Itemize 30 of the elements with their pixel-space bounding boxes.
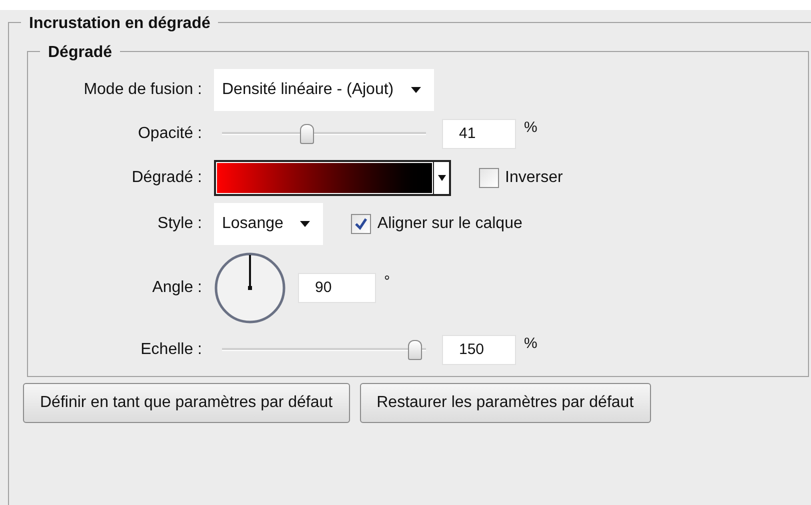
checkbox[interactable]	[351, 214, 372, 234]
slider-track[interactable]	[222, 340, 426, 360]
value-field[interactable]: 90	[298, 273, 376, 303]
default-button[interactable]: Restaurer les paramètres par défaut	[360, 383, 651, 423]
value-field[interactable]: 41	[442, 119, 516, 149]
checkbox[interactable]	[479, 168, 499, 188]
slider-handle[interactable]	[408, 340, 422, 360]
slider-track[interactable]	[222, 124, 426, 144]
angle-dial-icon[interactable]	[214, 252, 286, 324]
unit-label: %	[524, 118, 538, 138]
field-label: Mode de fusion :	[82, 80, 203, 100]
field-label: Echelle :	[140, 340, 203, 360]
field-label: Angle :	[151, 278, 203, 298]
checkbox-label: Inverser	[505, 168, 563, 188]
field-label: Style :	[156, 214, 203, 234]
default-button[interactable]: Définir en tant que paramètres par défaut	[23, 383, 350, 423]
gradient-picker[interactable]	[214, 160, 451, 196]
dropdown[interactable]: Losange	[214, 203, 324, 245]
value-field[interactable]: 150	[442, 335, 516, 365]
slider-handle[interactable]	[300, 124, 314, 144]
caret-icon	[438, 175, 446, 181]
field-label: Opacité :	[136, 124, 203, 144]
unit-label: °	[384, 272, 390, 292]
caret-icon	[299, 220, 312, 228]
unit-label: %	[524, 334, 538, 354]
checkmark-icon	[354, 217, 368, 231]
checkbox-label: Aligner sur le calque	[377, 214, 522, 234]
caret-icon	[410, 86, 422, 94]
dropdown[interactable]: Densité linéaire - (Ajout)	[214, 69, 434, 111]
field-label: Dégradé :	[130, 168, 203, 188]
